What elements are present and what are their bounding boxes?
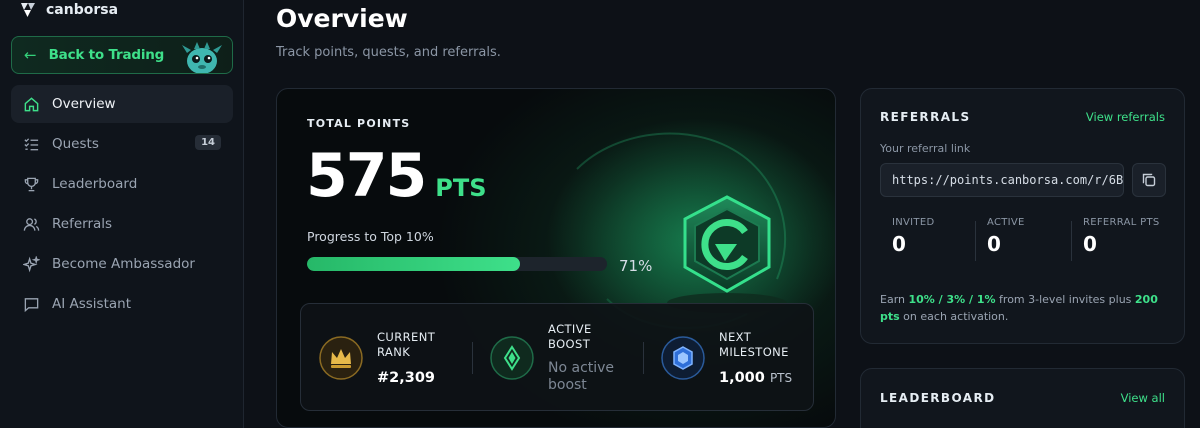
- points-number: 575: [306, 141, 427, 211]
- active-stat: ACTIVE 0: [987, 217, 1025, 256]
- invited-label: INVITED: [892, 217, 935, 228]
- referral-pts-stat: REFERRAL PTS 0: [1083, 217, 1160, 256]
- note-rates: 10% / 3% / 1%: [908, 293, 996, 306]
- current-rank-value: #2,309: [377, 370, 436, 386]
- sidebar-item-become-ambassador[interactable]: Become Ambassador: [11, 245, 233, 283]
- sidebar-item-label: AI Assistant: [52, 296, 132, 312]
- view-all-leaderboard-link[interactable]: View all: [1121, 391, 1165, 405]
- sidebar-item-leaderboard[interactable]: Leaderboard: [11, 165, 233, 203]
- progress-label: Progress to Top 10%: [307, 229, 434, 244]
- total-points-label: TOTAL POINTS: [307, 117, 411, 130]
- sidebar-item-label: Leaderboard: [52, 176, 138, 192]
- page-subtitle: Track points, quests, and referrals.: [276, 45, 501, 60]
- crown-icon: [319, 336, 363, 380]
- invited-stat: INVITED 0: [892, 217, 934, 256]
- sidebar-item-overview[interactable]: Overview: [11, 85, 233, 123]
- active-label: ACTIVE: [987, 217, 1025, 228]
- referral-earnings-note: Earn 10% / 3% / 1% from 3-level invites …: [880, 291, 1170, 325]
- stat-divider: [472, 342, 473, 374]
- home-icon: [24, 96, 39, 111]
- referrals-card: REFERRALS View referrals Your referral l…: [860, 88, 1185, 344]
- referral-link-field[interactable]: https://points.canborsa.com/r/6BNE: [880, 163, 1124, 197]
- quests-count-badge: 14: [195, 135, 221, 150]
- checklist-icon: [24, 137, 39, 150]
- boost-diamond-icon: [490, 336, 534, 380]
- total-points-card: TOTAL POINTS 575 PTS Progress to Top 10%…: [276, 88, 836, 428]
- referral-pts-value: 0: [1083, 232, 1097, 256]
- note-text: from 3-level invites plus: [995, 293, 1135, 306]
- stat-divider: [975, 221, 976, 261]
- referrals-title: REFERRALS: [880, 110, 971, 124]
- leaderboard-title: LEADERBOARD: [880, 391, 996, 405]
- milestone-number: 1,000: [719, 370, 765, 386]
- stat-divider: [643, 342, 644, 374]
- active-boost-value: No active boost: [548, 360, 615, 393]
- sidebar-item-quests[interactable]: Quests 14: [11, 125, 233, 163]
- leaderboard-card: LEADERBOARD View all: [860, 368, 1185, 428]
- brand-name: canborsa: [46, 2, 119, 18]
- current-rank-stat: CURRENT RANK #2,309: [319, 304, 435, 412]
- active-boost-label: ACTIVE BOOST: [548, 322, 592, 351]
- trophy-icon: [24, 177, 39, 191]
- points-unit: PTS: [435, 174, 487, 202]
- sidebar: canborsa ← Back to Trading Overview Ques…: [0, 0, 244, 428]
- arrow-left-icon: ←: [24, 46, 37, 64]
- note-text: Earn: [880, 293, 909, 306]
- milestone-gem-icon: [661, 336, 705, 380]
- sidebar-item-ai-assistant[interactable]: AI Assistant: [11, 285, 233, 323]
- copy-icon: [1142, 173, 1156, 187]
- sidebar-item-label: Quests: [52, 136, 99, 152]
- next-milestone-label: NEXT MILESTONE: [719, 330, 789, 359]
- active-boost-stat: ACTIVE BOOST No active boost: [490, 304, 614, 412]
- chat-icon: [24, 297, 39, 312]
- referral-link-label: Your referral link: [880, 142, 971, 155]
- sidebar-item-label: Overview: [52, 96, 116, 112]
- next-milestone-stat: NEXT MILESTONE 1,000 PTS: [661, 304, 792, 412]
- progress-percent: 71%: [619, 257, 653, 275]
- active-value: 0: [987, 232, 1001, 256]
- canborsa-logo-icon: [21, 3, 35, 17]
- sparkle-icon: [23, 255, 40, 272]
- invited-value: 0: [892, 232, 906, 256]
- total-points-value: 575 PTS: [306, 141, 487, 211]
- progress-bar: [307, 257, 607, 271]
- view-referrals-link[interactable]: View referrals: [1086, 110, 1165, 124]
- back-to-trading-button[interactable]: ← Back to Trading: [11, 36, 233, 74]
- page-title: Overview: [276, 4, 408, 33]
- back-to-trading-label: Back to Trading: [48, 47, 165, 63]
- sidebar-item-label: Become Ambassador: [52, 256, 195, 272]
- users-icon: [23, 217, 40, 231]
- milestone-unit: PTS: [769, 371, 793, 385]
- stat-divider: [1071, 221, 1072, 261]
- next-milestone-value: 1,000 PTS: [719, 370, 792, 386]
- sidebar-item-label: Referrals: [52, 216, 113, 232]
- rank-boost-milestone-panel: CURRENT RANK #2,309 ACTIVE BOOST No acti…: [300, 303, 814, 411]
- copy-link-button[interactable]: [1132, 163, 1166, 197]
- current-rank-label: CURRENT RANK: [377, 330, 436, 359]
- mascot-icon: [182, 42, 222, 73]
- sidebar-item-referrals[interactable]: Referrals: [11, 205, 233, 243]
- note-text: on each activation.: [899, 310, 1009, 323]
- brand[interactable]: canborsa: [18, 0, 118, 20]
- referral-pts-label: REFERRAL PTS: [1083, 217, 1160, 228]
- progress-bar-fill: [307, 257, 520, 271]
- sidebar-nav: Overview Quests 14 Leaderboard Referrals…: [11, 85, 233, 325]
